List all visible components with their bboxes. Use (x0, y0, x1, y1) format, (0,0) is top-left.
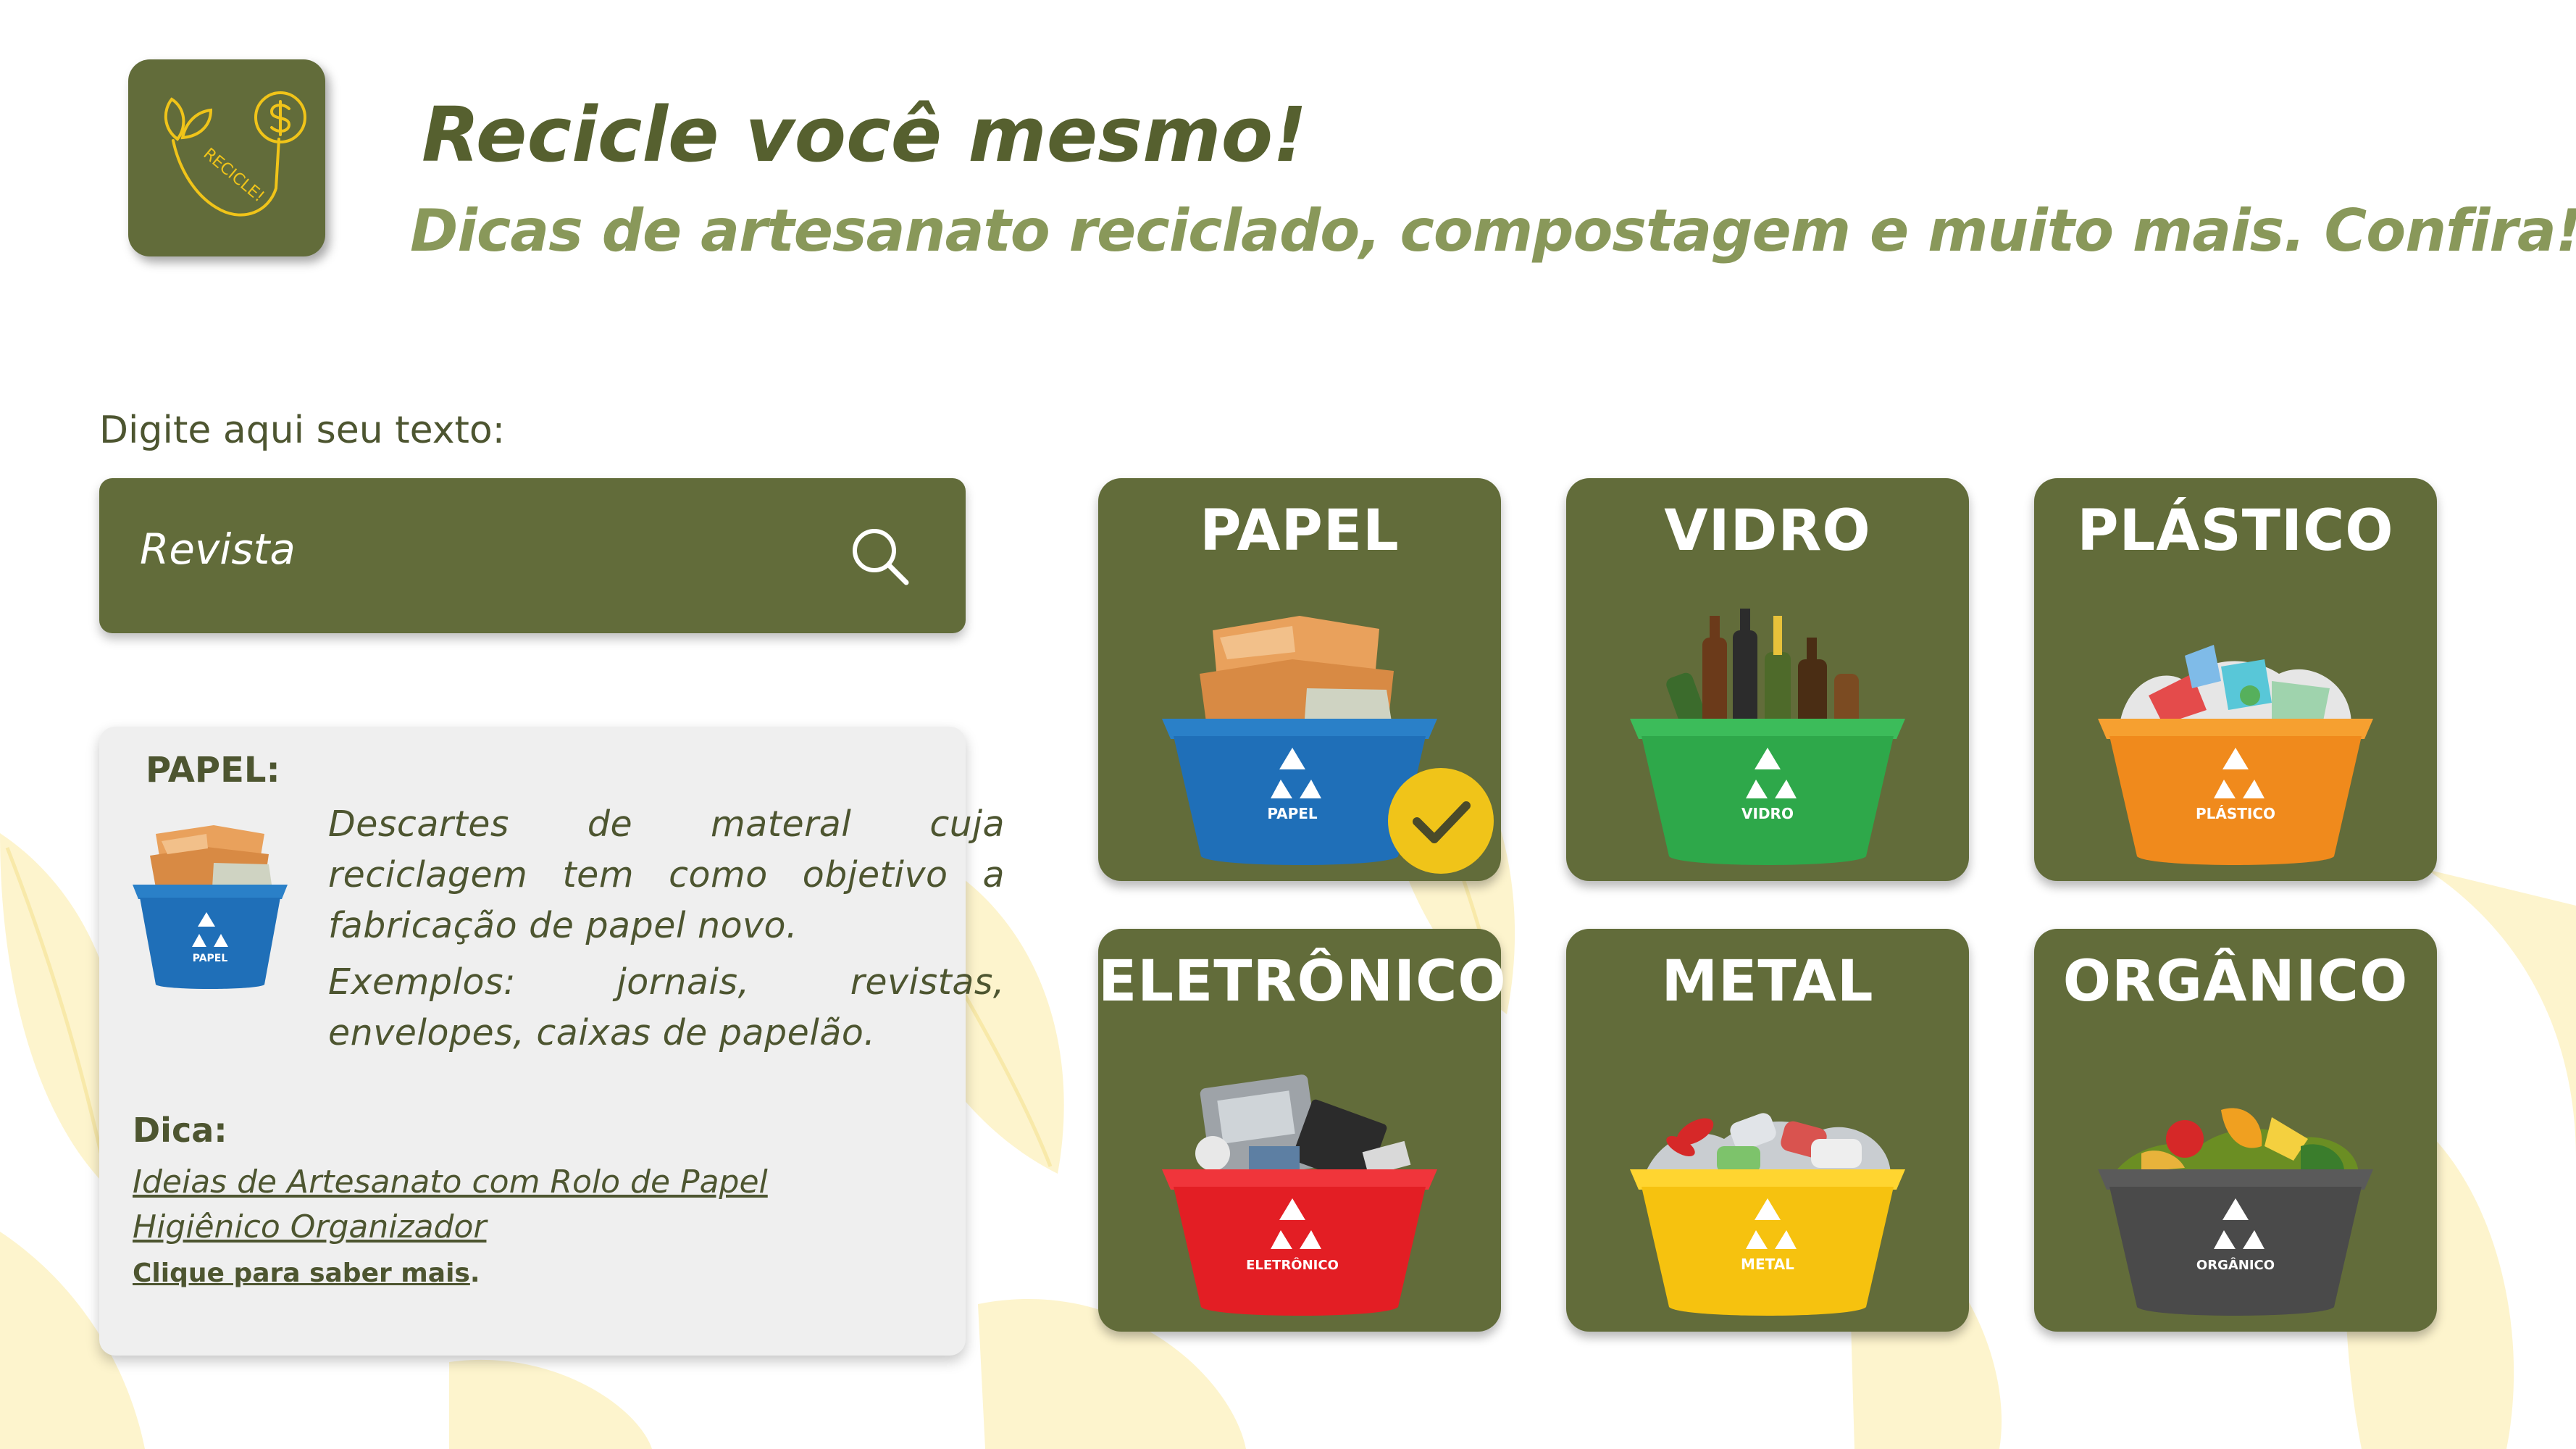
paper-pile (150, 825, 272, 888)
organic-bin-icon: ORGÂNICO (2098, 1108, 2373, 1316)
bin-label: VIDRO (1741, 805, 1794, 822)
category-vidro[interactable]: VIDRO VIDRO (1566, 478, 1969, 881)
bin-label: PAPEL (1267, 805, 1318, 822)
plastic-bin-icon: PLÁSTICO (2098, 645, 2373, 865)
category-name: ELETRÔNICO (1098, 949, 1507, 1014)
search-value[interactable]: Revista (140, 525, 296, 574)
paper-bin-icon: PAPEL (133, 825, 288, 989)
metal-waste (1644, 1113, 1891, 1175)
search-input[interactable]: Revista (99, 478, 966, 633)
search-icon[interactable] (845, 522, 913, 590)
info-heading: PAPEL: (146, 750, 280, 790)
logo-text: RECICLE! (200, 145, 268, 206)
recicle-logo: RECICLE! (128, 59, 325, 256)
info-bin-label: PAPEL (193, 953, 228, 964)
bottles (1666, 609, 1859, 733)
info-description: Descartes de materal cuja reciclagem tem… (328, 803, 1005, 946)
bin-label: METAL (1741, 1256, 1794, 1273)
selected-badge (1388, 768, 1494, 874)
bin-label: PLÁSTICO (2196, 805, 2275, 822)
organic-waste (2112, 1108, 2359, 1175)
info-examples: Exemplos: jornais, revistas, envelopes, … (328, 961, 1005, 1053)
category-name: METAL (1661, 949, 1874, 1014)
metal-bin-icon: METAL (1630, 1113, 1905, 1316)
recicle-logo-icon: RECICLE! (164, 91, 306, 217)
category-name: ORGÂNICO (2062, 949, 2409, 1014)
glass-bin-icon: VIDRO (1630, 609, 1905, 865)
info-card: PAPEL: PAPEL Descartes de materal cuja r… (99, 727, 1005, 1356)
category-metal[interactable]: METAL METAL (1566, 929, 1969, 1332)
tip-label: Dica: (133, 1111, 227, 1150)
page-subtitle: Dicas de artesanato reciclado, compostag… (410, 197, 2576, 264)
checkmark-icon (1413, 801, 1471, 843)
plastic-waste (2120, 645, 2351, 724)
category-name: PAPEL (1200, 498, 1400, 564)
search-label: Digite aqui seu texto: (99, 409, 506, 452)
page-title: Recicle você mesmo! (422, 91, 1308, 179)
tip-more: Clique para saber mais. (133, 1258, 480, 1288)
tip-link[interactable]: Ideias de Artesanato com Rolo de Papel H… (133, 1160, 785, 1250)
category-eletronico[interactable]: ELETRÔNICO ELETRÔNICO (1098, 929, 1507, 1332)
category-plastico[interactable]: PLÁSTICO PLÁSTICO (2034, 478, 2437, 881)
category-name: PLÁSTICO (2077, 498, 2394, 564)
bin-label: ELETRÔNICO (1246, 1257, 1339, 1273)
bin-label: ORGÂNICO (2196, 1257, 2275, 1273)
more-link[interactable]: Clique para saber mais (133, 1258, 470, 1288)
search-button[interactable] (845, 522, 913, 590)
electronic-bin-icon: ELETRÔNICO (1162, 1074, 1437, 1316)
more-suffix: . (469, 1258, 480, 1288)
category-name: VIDRO (1664, 498, 1871, 564)
category-papel[interactable]: PAPEL PAPEL (1098, 478, 1501, 881)
category-organico[interactable]: ORGÂNICO ORGÂNICO (2034, 929, 2437, 1332)
